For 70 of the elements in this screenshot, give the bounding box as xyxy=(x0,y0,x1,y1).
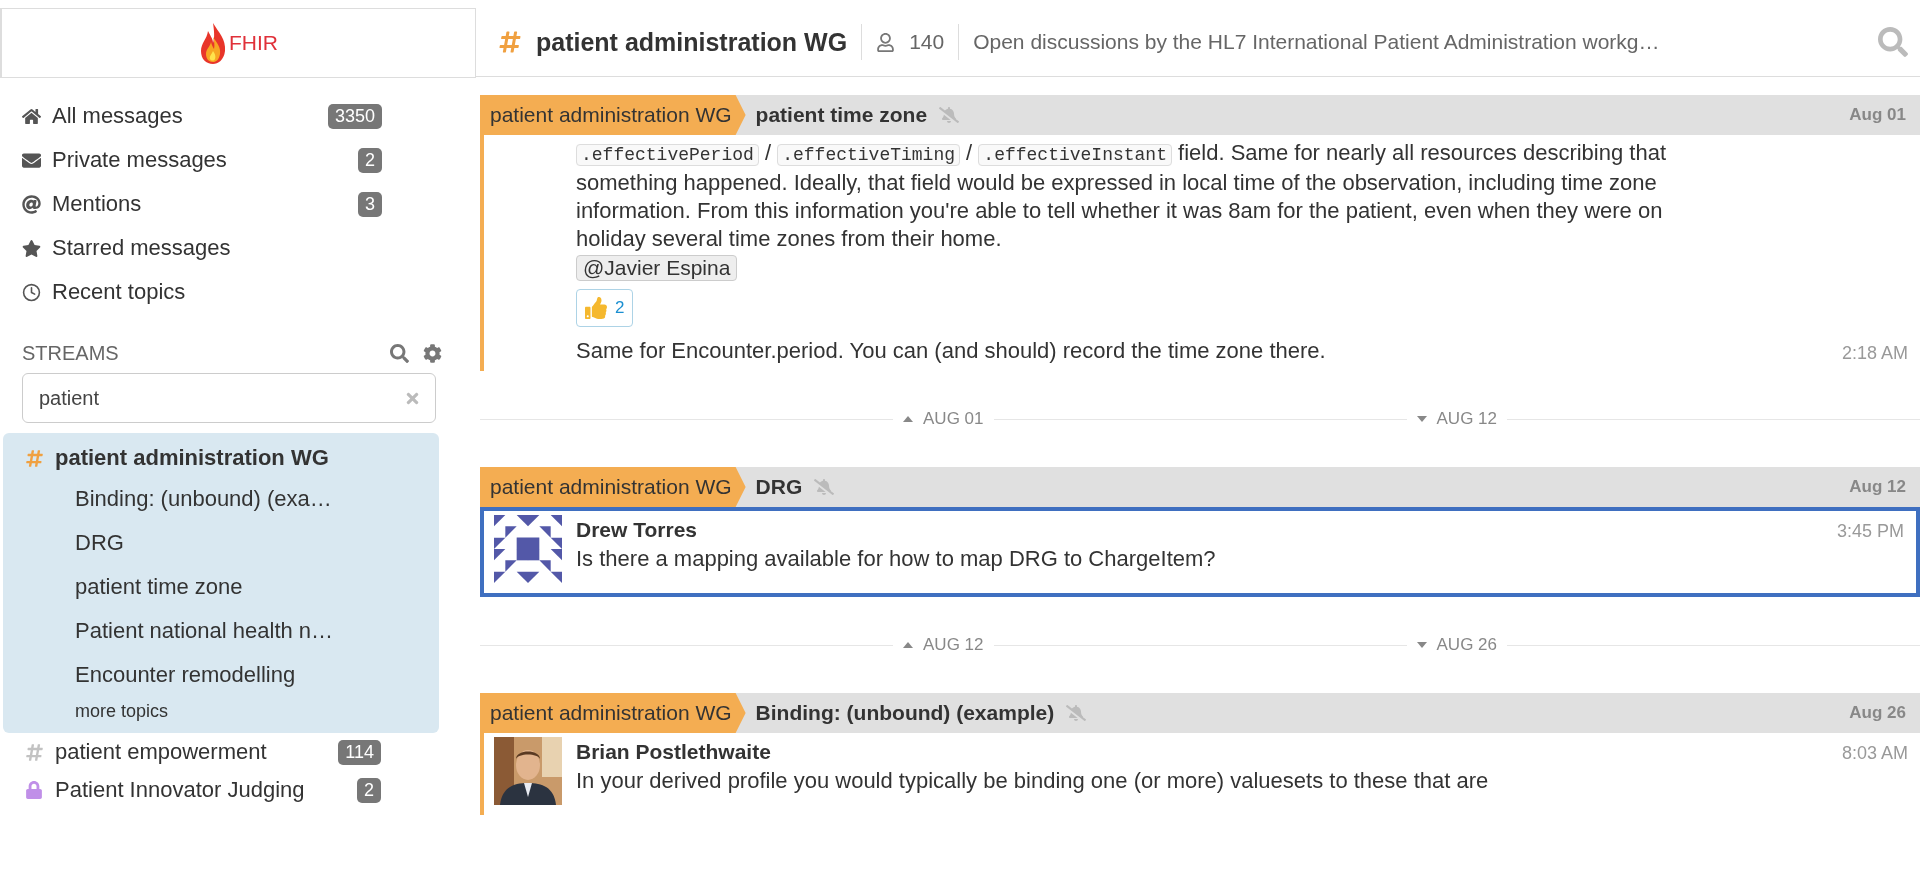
date-label: Aug 26 xyxy=(1849,703,1906,723)
filter-input[interactable]: patient xyxy=(37,385,404,411)
topic-link[interactable]: Encounter remodelling xyxy=(75,662,296,688)
muted-bell-icon[interactable] xyxy=(1066,703,1087,723)
user-mention[interactable]: @Javier Espina xyxy=(576,255,738,281)
topic-link[interactable]: DRG xyxy=(75,530,124,556)
topic-link[interactable]: Binding: (unbound) (exa… xyxy=(75,486,332,512)
avatar-pattern-icon xyxy=(494,515,562,583)
clock-icon xyxy=(22,282,41,302)
envelope-icon xyxy=(22,150,41,170)
stream-name[interactable]: Patient Innovator Judging xyxy=(55,777,357,803)
nav-link[interactable]: Private messages xyxy=(52,147,358,173)
topic-name[interactable]: DRG xyxy=(755,475,803,499)
unread-count: 3350 xyxy=(327,103,382,129)
unread-count: 2 xyxy=(357,777,381,803)
nav-link[interactable]: Starred messages xyxy=(52,235,382,261)
stream-name[interactable]: patient empowerment xyxy=(55,739,339,765)
search-icon[interactable] xyxy=(1878,27,1908,57)
unread-count: 3 xyxy=(358,191,382,217)
settings-icon[interactable] xyxy=(423,344,442,363)
stream-label[interactable]: patient administration WG xyxy=(480,95,746,135)
hash-icon xyxy=(498,30,522,54)
stream-name[interactable]: patient administration WG xyxy=(55,445,381,471)
star-icon xyxy=(22,238,41,258)
message-text: In your derived profile you would typically be binding one (or more) valuesets to these that are xyxy=(576,767,1490,795)
date-label: Aug 12 xyxy=(1849,477,1906,497)
date-divider-label: AUG 01 xyxy=(923,409,984,429)
date-divider-label: AUG 12 xyxy=(1436,409,1497,429)
section-heading: STREAMS xyxy=(22,342,120,365)
reaction-button[interactable]: 2 xyxy=(576,289,634,327)
caret-down-icon xyxy=(1416,642,1427,648)
message-text: .effectivePeriod / .effectiveTiming / .effectiveInstant field. Same for nearly all resources describing that something happened. Ideally, that field would be expressed in local time of the observation, including time zone information. From this information you're able to tell whether it was 8am for the patient, even when they were on holiday several time zones from their home. xyxy=(576,139,1667,253)
more-topics-link[interactable]: more topics xyxy=(75,700,169,722)
home-icon xyxy=(22,106,41,126)
topic-name[interactable]: patient time zone xyxy=(755,103,928,127)
stream-label[interactable]: patient administration WG xyxy=(480,467,746,507)
muted-bell-icon[interactable] xyxy=(814,477,835,497)
date-label: Aug 01 xyxy=(1849,105,1906,125)
nav-link[interactable]: Recent topics xyxy=(52,279,382,305)
sender-name[interactable]: Drew Torres xyxy=(576,515,1823,545)
topic-link[interactable]: patient time zone xyxy=(75,574,243,600)
user-icon xyxy=(876,32,896,52)
flame-logo-icon xyxy=(199,21,227,65)
caret-up-icon xyxy=(903,416,913,422)
topic-name[interactable]: Binding: (unbound) (example) xyxy=(755,701,1055,725)
subscriber-count[interactable]: 140 xyxy=(909,30,945,54)
logo-text[interactable]: FHIR xyxy=(229,31,278,55)
message-text: Same for Encounter.period. You can (and should) record the time zone there. xyxy=(576,337,1327,365)
unread-count: 114 xyxy=(338,739,381,765)
message-time: 2:18 AM xyxy=(1841,342,1908,364)
message-time: 3:45 PM xyxy=(1836,520,1904,542)
caret-up-icon xyxy=(903,642,913,648)
muted-bell-icon[interactable] xyxy=(939,105,960,125)
thumbs-up-icon xyxy=(585,297,607,319)
sender-name[interactable]: Brian Postlethwaite xyxy=(576,737,1828,767)
unread-count: 2 xyxy=(358,147,382,173)
stream-title: patient administration WG xyxy=(536,27,848,57)
message-time: 8:03 AM xyxy=(1841,742,1908,764)
topic-link[interactable]: Patient national health n… xyxy=(75,618,334,644)
nav-link[interactable]: All messages xyxy=(52,103,328,129)
date-divider-label: AUG 12 xyxy=(923,635,984,655)
stream-filter-field[interactable]: patient xyxy=(22,373,436,423)
caret-down-icon xyxy=(1416,416,1427,422)
nav-link[interactable]: Mentions xyxy=(52,191,358,217)
date-divider-label: AUG 26 xyxy=(1436,635,1497,655)
stream-label[interactable]: patient administration WG xyxy=(480,693,746,733)
at-icon xyxy=(22,194,41,214)
search-icon[interactable] xyxy=(390,344,409,363)
stream-description: Open discussions by the HL7 International Patient Administration workg… xyxy=(973,30,1661,54)
message-text: Is there a mapping available for how to map DRG to ChargeItem? xyxy=(576,545,1217,573)
